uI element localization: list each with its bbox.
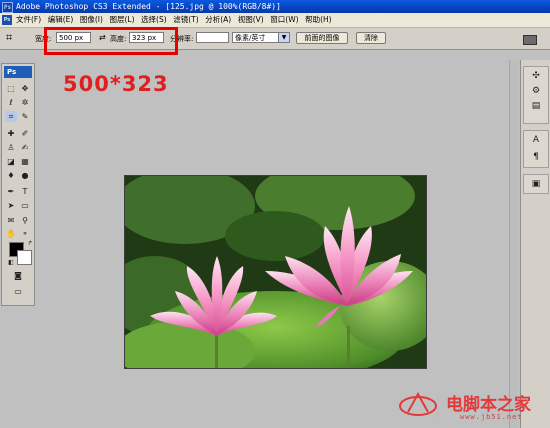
ps-app-icon[interactable]: Ps (2, 2, 13, 13)
history-icon[interactable]: ⚙ (530, 85, 542, 97)
menu-bar: Ps 文件(F) 编辑(E) 图像(I) 图层(L) 选择(S) 滤镜(T) 分… (0, 13, 550, 28)
menu-window[interactable]: 窗口(W) (270, 13, 298, 27)
toolbox-panel: Ps ⬚ ✥ ℓ ✲ ⌗ ✎ ✚ ✐ ♙ ✍ ◪ ▦ ♦ ● ✒ T ➤ ▭ ✉… (1, 63, 35, 306)
marquee-tool-icon[interactable]: ⬚ (5, 83, 17, 94)
chevron-down-icon[interactable]: ▼ (278, 33, 289, 42)
document-icon[interactable]: Ps (2, 15, 12, 25)
history-brush-tool-icon[interactable]: ✍ (19, 142, 31, 153)
menu-select[interactable]: 选择(S) (141, 13, 167, 27)
dodge-tool-icon[interactable]: ● (19, 170, 31, 181)
watermark: 电脚本之家 www.jb51.net (398, 386, 548, 426)
resolution-units-select[interactable]: 像素/英寸 ▼ (232, 32, 290, 43)
background-color-swatch[interactable] (17, 250, 32, 265)
healing-brush-tool-icon[interactable]: ✚ (5, 128, 17, 139)
eyedropper-tool-icon[interactable]: ⚲ (19, 215, 31, 226)
move-tool-icon[interactable]: ✥ (19, 83, 31, 94)
brush-tool-icon[interactable]: ✐ (19, 128, 31, 139)
menu-view[interactable]: 视图(V) (238, 13, 264, 27)
toolbox-ps-badge: Ps (4, 66, 32, 78)
navigator-icon[interactable]: ✣ (530, 70, 542, 82)
resolution-input[interactable] (196, 32, 229, 43)
pen-tool-icon[interactable]: ✒ (5, 186, 17, 197)
eraser-tool-icon[interactable]: ◪ (5, 156, 17, 167)
clear-button[interactable]: 清除 (356, 32, 386, 44)
workspace-icon[interactable] (523, 35, 537, 45)
menu-layer[interactable]: 图层(L) (109, 13, 134, 27)
watermark-text: 电脚本之家 (446, 395, 531, 415)
menu-filter[interactable]: 滤镜(T) (173, 13, 198, 27)
magic-wand-tool-icon[interactable]: ✲ (19, 97, 31, 108)
menu-edit[interactable]: 编辑(E) (48, 13, 74, 27)
lasso-tool-icon[interactable]: ℓ (5, 97, 17, 108)
shape-tool-icon[interactable]: ▭ (19, 200, 31, 211)
clone-stamp-tool-icon[interactable]: ♙ (5, 142, 17, 153)
hand-tool-icon[interactable]: ✋ (5, 228, 17, 239)
watermark-logo-icon (399, 391, 439, 420)
screen-mode-icon[interactable]: ▭ (12, 286, 24, 297)
panel-collapse-strip[interactable] (509, 60, 518, 428)
menu-file[interactable]: 文件(F) (16, 13, 41, 27)
lotus-photo-icon (125, 176, 426, 368)
front-image-button[interactable]: 前面的图像 (296, 32, 348, 44)
blur-tool-icon[interactable]: ♦ (5, 170, 17, 181)
panel-group-2: A ¶ (523, 130, 549, 168)
notes-tool-icon[interactable]: ✉ (5, 215, 17, 226)
annotation-dimensions-text: 500*323 (63, 72, 169, 96)
panel-group-3: ▣ (523, 174, 549, 194)
actions-icon[interactable]: ▤ (530, 100, 542, 112)
menu-analysis[interactable]: 分析(A) (205, 13, 231, 27)
watermark-url: www.jb51.net (460, 413, 523, 421)
character-icon[interactable]: A (530, 134, 542, 146)
paragraph-icon[interactable]: ¶ (530, 151, 542, 163)
right-panel-dock: ✣ ⚙ ▤ A ¶ ▣ (520, 60, 550, 428)
title-bar: Ps Adobe Photoshop CS3 Extended - [125.j… (0, 0, 550, 13)
crop-tool-active-icon[interactable]: ⌗ (5, 111, 17, 122)
resolution-units-value: 像素/英寸 (235, 34, 266, 42)
panel-group-1: ✣ ⚙ ▤ (523, 66, 549, 124)
layer-comps-icon[interactable]: ▣ (530, 178, 542, 190)
window-title: Adobe Photoshop CS3 Extended - [125.jpg … (16, 2, 281, 11)
slice-tool-icon[interactable]: ✎ (19, 111, 31, 122)
default-colors-icon[interactable]: ◧ (5, 257, 17, 268)
path-selection-tool-icon[interactable]: ➤ (5, 200, 17, 211)
menu-image[interactable]: 图像(I) (80, 13, 103, 27)
quick-mask-icon[interactable]: ◙ (12, 270, 24, 281)
gradient-tool-icon[interactable]: ▦ (19, 156, 31, 167)
swap-colors-icon[interactable]: ↱ (24, 238, 36, 249)
canvas-image[interactable] (124, 175, 427, 369)
type-tool-icon[interactable]: T (19, 186, 31, 197)
annotation-highlight-box (44, 27, 178, 55)
crop-tool-icon[interactable]: ⌗ (6, 32, 12, 43)
menu-help[interactable]: 帮助(H) (305, 13, 332, 27)
